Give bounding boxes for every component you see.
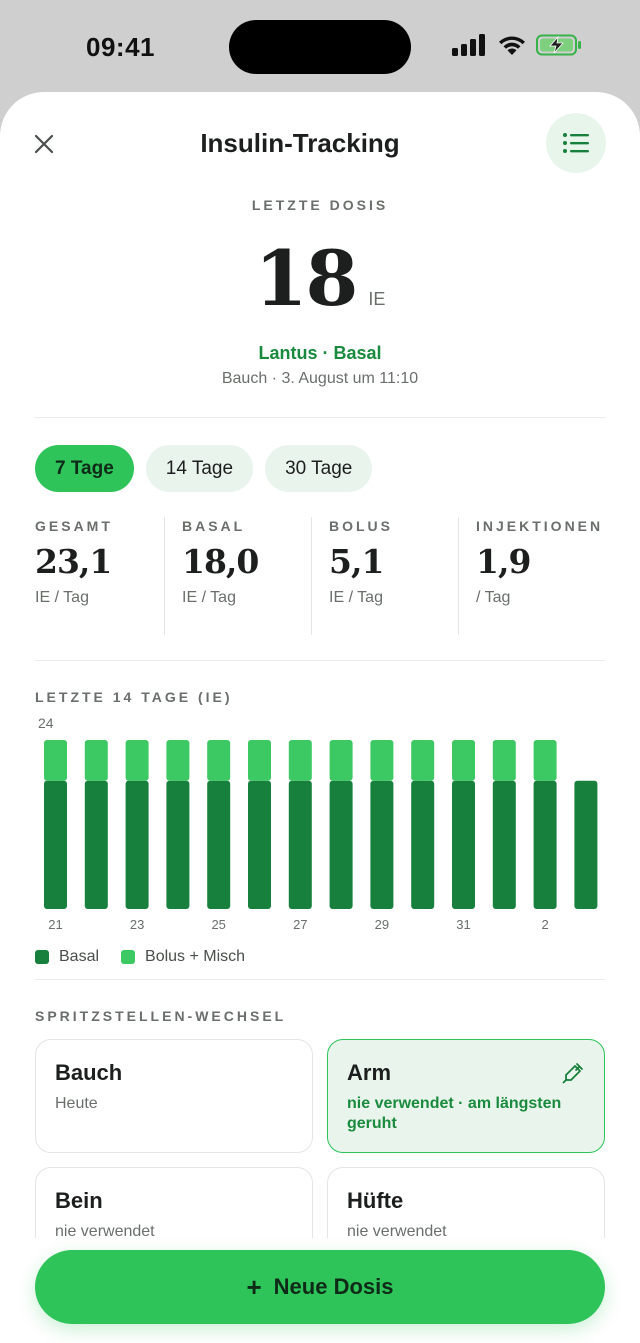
- site-card-arm[interactable]: Arm nie verwendet · am längsten geruht: [327, 1039, 605, 1153]
- chip-7-days[interactable]: 7 Tage: [35, 445, 134, 492]
- stat-unit: / Tag: [476, 589, 511, 606]
- legend-item-basal: Basal: [35, 948, 99, 966]
- y-axis-max-label: 24: [38, 715, 54, 731]
- stat-total: GESAMT 23,1 IE / Tag: [35, 517, 164, 635]
- divider: [35, 979, 605, 980]
- chip-30-days[interactable]: 30 Tage: [265, 445, 373, 492]
- bar-basal-22: [84, 780, 108, 909]
- last-dose-label: LETZTE DOSIS: [251, 197, 389, 213]
- dynamic-island: [229, 20, 411, 74]
- last-dose-unit: IE: [368, 289, 386, 309]
- stat-label: BOLUS: [329, 518, 393, 534]
- x-tick-label: 31: [456, 917, 470, 932]
- new-dose-button[interactable]: + Neue Dosis: [35, 1250, 605, 1324]
- legend-swatch-bolus: [121, 950, 136, 964]
- chip-14-days[interactable]: 14 Tage: [145, 445, 254, 492]
- bar-bolus-21: [44, 740, 67, 781]
- cellular-signal-icon: [452, 34, 485, 56]
- x-tick-label: 27: [293, 917, 307, 932]
- stat-basal: BASAL 18,0 IE / Tag: [164, 517, 311, 635]
- divider: [35, 417, 605, 418]
- x-tick-label: 23: [130, 917, 144, 932]
- bar-bolus-30: [411, 740, 435, 781]
- site-status: nie verwendet · am längsten geruht: [347, 1095, 562, 1132]
- battery-charging-icon: [536, 34, 581, 56]
- last-dose-value-row: 18 IE: [0, 234, 640, 323]
- bar-bolus-31: [452, 740, 475, 781]
- bar-basal-29: [370, 780, 394, 909]
- insulin-tracking-sheet: Insulin-Tracking LETZTE DOSIS 18 IE Lant…: [0, 92, 640, 1343]
- legend-label: Bolus + Misch: [145, 948, 246, 965]
- stat-label: GESAMT: [35, 518, 113, 534]
- stat-injections: INJEKTIONEN 1,9 / Tag: [458, 517, 605, 635]
- site-card-bauch[interactable]: Bauch Heute: [35, 1039, 313, 1153]
- bar-bolus-25: [207, 740, 231, 781]
- new-dose-label: Neue Dosis: [273, 1274, 394, 1299]
- site-name: Arm: [347, 1060, 392, 1085]
- x-tick-label: 2: [541, 917, 548, 932]
- bar-basal-24: [166, 780, 190, 909]
- bar-bolus-26: [248, 740, 271, 781]
- bar-basal-3: [574, 780, 598, 909]
- bar-basal-31: [452, 780, 475, 909]
- divider: [35, 660, 605, 661]
- x-tick-label: 21: [48, 917, 62, 932]
- stat-label: INJEKTIONEN: [476, 518, 604, 534]
- bar-basal-26: [248, 780, 271, 909]
- chart-legend: Basal Bolus + Misch: [35, 948, 267, 966]
- bar-basal-1: [492, 780, 516, 909]
- bar-bolus-28: [329, 740, 353, 781]
- bar-basal-30: [411, 780, 435, 909]
- bar-bolus-1: [492, 740, 516, 781]
- bar-basal-23: [125, 780, 149, 909]
- status-icons: [452, 34, 584, 60]
- bar-bolus-27: [288, 740, 312, 781]
- range-chips: 7 Tage 14 Tage 30 Tage: [35, 445, 373, 492]
- legend-item-bolus: Bolus + Misch: [121, 948, 245, 966]
- bar-bolus-23: [125, 740, 149, 781]
- chart-title: LETZTE 14 TAGE (IE): [35, 689, 233, 705]
- list-view-button[interactable]: [546, 113, 606, 173]
- stat-unit: IE / Tag: [182, 589, 236, 606]
- stat-label: BASAL: [182, 518, 246, 534]
- stat-value: 23,1: [35, 542, 112, 581]
- stat-bolus: BOLUS 5,1 IE / Tag: [311, 517, 458, 635]
- stat-unit: IE / Tag: [329, 589, 383, 606]
- stat-value: 18,0: [182, 542, 259, 581]
- page-title: Insulin-Tracking: [200, 128, 400, 158]
- status-time: 09:41: [86, 32, 155, 62]
- insulin-bar-chart: 24 21 23 25 27 29 31 2: [38, 715, 598, 932]
- bar-bolus-2: [533, 740, 557, 781]
- legend-label: Basal: [59, 948, 100, 965]
- site-name: Hüfte: [347, 1188, 404, 1213]
- stats-row: GESAMT 23,1 IE / Tag BASAL 18,0 IE / Tag…: [35, 517, 605, 635]
- bar-bolus-22: [84, 740, 108, 781]
- last-dose-value: 18: [254, 234, 359, 323]
- syringe-icon: [562, 1063, 583, 1084]
- stat-value: 5,1: [329, 542, 384, 581]
- legend-swatch-basal: [35, 950, 49, 964]
- site-name: Bein: [55, 1188, 103, 1213]
- bar-bolus-29: [370, 740, 394, 781]
- wifi-icon: [499, 36, 525, 55]
- site-name: Bauch: [55, 1060, 123, 1085]
- stat-value: 1,9: [476, 542, 531, 581]
- plus-icon: +: [246, 1271, 262, 1302]
- x-tick-label: 29: [375, 917, 389, 932]
- bar-basal-21: [44, 780, 67, 909]
- bar-basal-27: [288, 780, 312, 909]
- site-status: Heute: [55, 1095, 98, 1112]
- bar-bolus-24: [166, 740, 190, 781]
- bar-basal-28: [329, 780, 353, 909]
- x-tick-label: 25: [211, 917, 225, 932]
- last-dose-medication: Lantus · Basal: [258, 343, 382, 363]
- injection-sites-title: SPRITZSTELLEN-WECHSEL: [35, 1008, 287, 1024]
- bar-basal-25: [207, 780, 231, 909]
- status-bar: 09:41: [0, 0, 640, 92]
- stat-unit: IE / Tag: [35, 589, 89, 606]
- list-icon: [563, 133, 589, 153]
- bar-basal-2: [533, 780, 557, 909]
- last-dose-details: Bauch · 3. August um 11:10: [221, 370, 419, 387]
